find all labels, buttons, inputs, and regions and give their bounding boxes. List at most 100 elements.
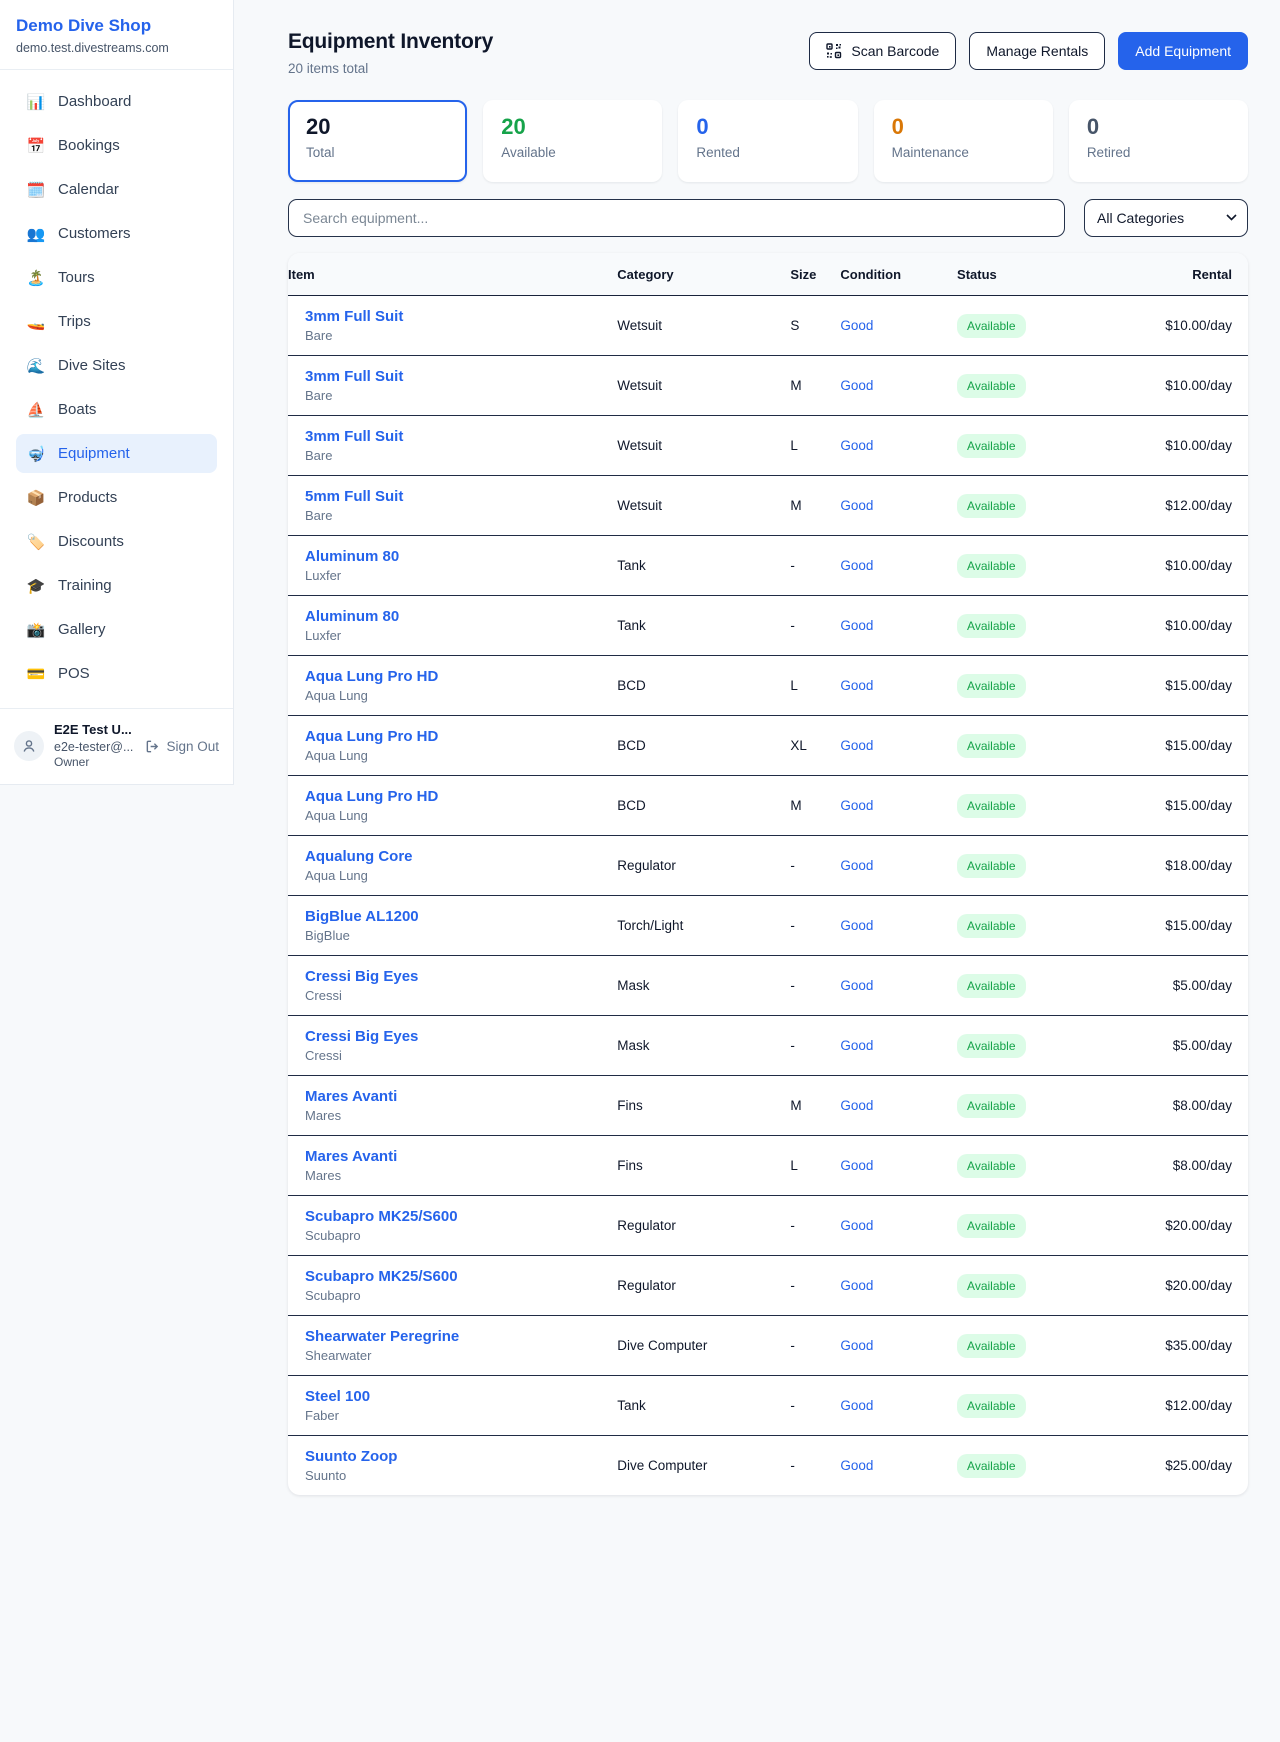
sidebar-item[interactable]: ⛵ Boats: [16, 390, 217, 429]
item-name-link[interactable]: Shearwater Peregrine: [305, 1328, 617, 1345]
table-column-header: Size: [790, 253, 840, 296]
rental-cell: $35.00/day: [1089, 1316, 1248, 1376]
table-row[interactable]: Suunto Zoop Suunto Dive Computer - Good …: [288, 1436, 1248, 1496]
stat-card[interactable]: 0 Retired: [1069, 100, 1248, 182]
sidebar-item[interactable]: 🎓 Training: [16, 566, 217, 605]
item-name-link[interactable]: Cressi Big Eyes: [305, 968, 617, 985]
stat-label: Available: [501, 145, 644, 160]
sidebar-item[interactable]: 🌊 Dive Sites: [16, 346, 217, 385]
sidebar-item[interactable]: 🗓️ Calendar: [16, 170, 217, 209]
item-name-link[interactable]: BigBlue AL1200: [305, 908, 617, 925]
stat-card[interactable]: 0 Maintenance: [874, 100, 1053, 182]
item-name-link[interactable]: 3mm Full Suit: [305, 368, 617, 385]
sidebar-item[interactable]: 🏷️ Discounts: [16, 522, 217, 561]
category-cell: Dive Computer: [617, 1316, 790, 1376]
condition-link[interactable]: Good: [840, 776, 957, 836]
stat-card[interactable]: 20 Available: [483, 100, 662, 182]
table-row[interactable]: Cressi Big Eyes Cressi Mask - Good Avail…: [288, 956, 1248, 1016]
scan-barcode-button[interactable]: Scan Barcode: [809, 32, 956, 70]
table-row[interactable]: 3mm Full Suit Bare Wetsuit L Good Availa…: [288, 416, 1248, 476]
item-name-link[interactable]: Aluminum 80: [305, 548, 617, 565]
size-cell: -: [790, 1256, 840, 1316]
sidebar-item[interactable]: 📊 Dashboard: [16, 82, 217, 121]
table-row[interactable]: Shearwater Peregrine Shearwater Dive Com…: [288, 1316, 1248, 1376]
table-row[interactable]: 3mm Full Suit Bare Wetsuit S Good Availa…: [288, 296, 1248, 356]
sidebar-item[interactable]: 🏝️ Tours: [16, 258, 217, 297]
sidebar-item[interactable]: 📅 Bookings: [16, 126, 217, 165]
item-name-link[interactable]: 3mm Full Suit: [305, 428, 617, 445]
condition-link[interactable]: Good: [840, 416, 957, 476]
condition-link[interactable]: Good: [840, 836, 957, 896]
item-name-link[interactable]: 5mm Full Suit: [305, 488, 617, 505]
table-row[interactable]: 3mm Full Suit Bare Wetsuit M Good Availa…: [288, 356, 1248, 416]
sidebar-item-icon: 📸: [26, 621, 46, 639]
item-name-link[interactable]: Mares Avanti: [305, 1148, 617, 1165]
condition-link[interactable]: Good: [840, 1076, 957, 1136]
sidebar-item-label: Dive Sites: [58, 357, 126, 374]
add-equipment-button[interactable]: Add Equipment: [1118, 32, 1248, 70]
condition-link[interactable]: Good: [840, 356, 957, 416]
item-name-link[interactable]: Aqua Lung Pro HD: [305, 668, 617, 685]
table-row[interactable]: Mares Avanti Mares Fins L Good Available…: [288, 1136, 1248, 1196]
table-row[interactable]: Scubapro MK25/S600 Scubapro Regulator - …: [288, 1256, 1248, 1316]
table-row[interactable]: Cressi Big Eyes Cressi Mask - Good Avail…: [288, 1016, 1248, 1076]
condition-link[interactable]: Good: [840, 1256, 957, 1316]
item-name-link[interactable]: Scubapro MK25/S600: [305, 1208, 617, 1225]
table-row[interactable]: Scubapro MK25/S600 Scubapro Regulator - …: [288, 1196, 1248, 1256]
item-name-link[interactable]: Aqua Lung Pro HD: [305, 788, 617, 805]
condition-link[interactable]: Good: [840, 1376, 957, 1436]
table-row[interactable]: Aqua Lung Pro HD Aqua Lung BCD L Good Av…: [288, 656, 1248, 716]
manage-rentals-button[interactable]: Manage Rentals: [969, 32, 1105, 70]
category-select[interactable]: All Categories: [1084, 199, 1248, 237]
table-row[interactable]: BigBlue AL1200 BigBlue Torch/Light - Goo…: [288, 896, 1248, 956]
item-brand: Bare: [305, 508, 617, 523]
sidebar-item[interactable]: 🤿 Equipment: [16, 434, 217, 473]
item-name-link[interactable]: Aqualung Core: [305, 848, 617, 865]
stat-card[interactable]: 0 Rented: [678, 100, 857, 182]
condition-link[interactable]: Good: [840, 1196, 957, 1256]
condition-link[interactable]: Good: [840, 896, 957, 956]
table-row[interactable]: Mares Avanti Mares Fins M Good Available…: [288, 1076, 1248, 1136]
search-input[interactable]: [288, 199, 1065, 237]
sidebar-item[interactable]: 📸 Gallery: [16, 610, 217, 649]
sign-out-button[interactable]: Sign Out: [145, 739, 219, 754]
condition-link[interactable]: Good: [840, 536, 957, 596]
rental-cell: $15.00/day: [1089, 656, 1248, 716]
condition-link[interactable]: Good: [840, 296, 957, 356]
status-badge: Available: [957, 1394, 1025, 1418]
condition-link[interactable]: Good: [840, 956, 957, 1016]
item-name-link[interactable]: Steel 100: [305, 1388, 617, 1405]
sidebar-item[interactable]: 👥 Customers: [16, 214, 217, 253]
condition-link[interactable]: Good: [840, 476, 957, 536]
condition-link[interactable]: Good: [840, 1136, 957, 1196]
condition-link[interactable]: Good: [840, 1016, 957, 1076]
condition-link[interactable]: Good: [840, 656, 957, 716]
item-name-link[interactable]: Cressi Big Eyes: [305, 1028, 617, 1045]
item-brand: Mares: [305, 1168, 617, 1183]
item-name-link[interactable]: 3mm Full Suit: [305, 308, 617, 325]
table-row[interactable]: Aluminum 80 Luxfer Tank - Good Available…: [288, 536, 1248, 596]
table-row[interactable]: Aqualung Core Aqua Lung Regulator - Good…: [288, 836, 1248, 896]
table-column-header: Condition: [840, 253, 957, 296]
category-cell: Mask: [617, 956, 790, 1016]
sidebar-item[interactable]: 💳 POS: [16, 654, 217, 693]
sidebar-item[interactable]: 🚤 Trips: [16, 302, 217, 341]
stat-card[interactable]: 20 Total: [288, 100, 467, 182]
condition-link[interactable]: Good: [840, 596, 957, 656]
condition-link[interactable]: Good: [840, 1436, 957, 1496]
table-row[interactable]: Steel 100 Faber Tank - Good Available $1…: [288, 1376, 1248, 1436]
item-name-link[interactable]: Suunto Zoop: [305, 1448, 617, 1465]
rental-cell: $15.00/day: [1089, 896, 1248, 956]
item-name-link[interactable]: Mares Avanti: [305, 1088, 617, 1105]
table-row[interactable]: 5mm Full Suit Bare Wetsuit M Good Availa…: [288, 476, 1248, 536]
table-row[interactable]: Aqua Lung Pro HD Aqua Lung BCD XL Good A…: [288, 716, 1248, 776]
item-cell: Scubapro MK25/S600 Scubapro: [288, 1196, 617, 1256]
item-name-link[interactable]: Aqua Lung Pro HD: [305, 728, 617, 745]
sidebar-item[interactable]: 📦 Products: [16, 478, 217, 517]
table-row[interactable]: Aqua Lung Pro HD Aqua Lung BCD M Good Av…: [288, 776, 1248, 836]
condition-link[interactable]: Good: [840, 716, 957, 776]
condition-link[interactable]: Good: [840, 1316, 957, 1376]
item-name-link[interactable]: Aluminum 80: [305, 608, 617, 625]
item-name-link[interactable]: Scubapro MK25/S600: [305, 1268, 617, 1285]
table-row[interactable]: Aluminum 80 Luxfer Tank - Good Available…: [288, 596, 1248, 656]
